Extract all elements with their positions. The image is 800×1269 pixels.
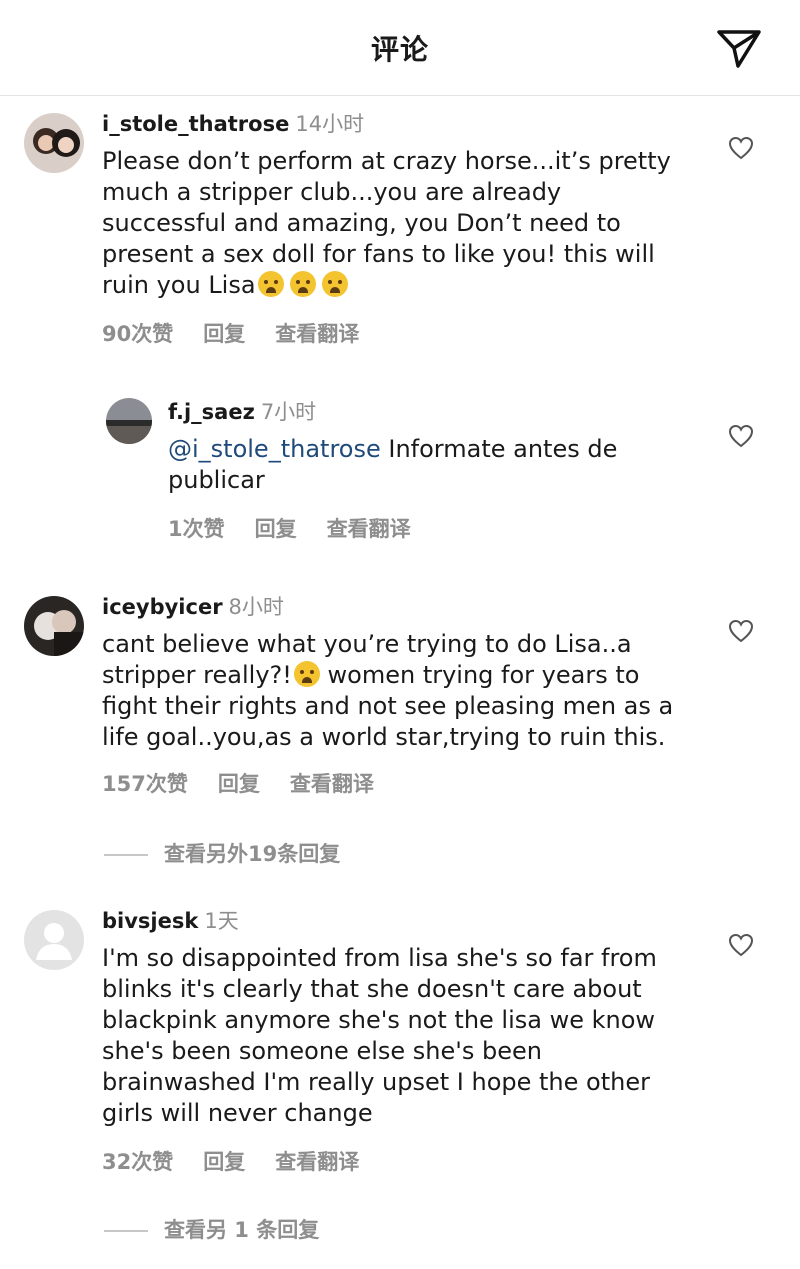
translate-button[interactable]: 查看翻译 bbox=[290, 772, 374, 796]
view-more-replies[interactable]: 查看另 1 条回复 bbox=[104, 1214, 319, 1244]
crying-emoji bbox=[257, 271, 284, 297]
likes-count[interactable]: 157次赞 bbox=[102, 772, 188, 796]
reply-button[interactable]: 回复 bbox=[255, 517, 297, 541]
divider-line bbox=[104, 854, 148, 856]
heart-icon[interactable] bbox=[728, 424, 754, 448]
crying-emoji bbox=[321, 271, 348, 297]
translate-button[interactable]: 查看翻译 bbox=[327, 517, 411, 541]
comment-text: I'm so disappointed from lisa she's so f… bbox=[102, 944, 657, 1127]
avatar[interactable] bbox=[24, 910, 84, 970]
comment-time: 14小时 bbox=[295, 112, 365, 136]
header-bar: 评论 bbox=[0, 0, 800, 96]
divider-line bbox=[104, 1230, 148, 1232]
reply-button[interactable]: 回复 bbox=[218, 772, 260, 796]
comment-actions: 157次赞 回复 查看翻译 bbox=[102, 768, 404, 798]
crying-emoji bbox=[289, 271, 316, 297]
avatar[interactable] bbox=[106, 398, 152, 444]
crying-emoji bbox=[293, 661, 320, 687]
translate-button[interactable]: 查看翻译 bbox=[275, 1150, 359, 1174]
comment-text: cant believe what you’re trying to do Li… bbox=[102, 630, 674, 751]
comment-username[interactable]: bivsjesk bbox=[102, 909, 198, 933]
comment-text: Please don’t perform at crazy horse...it… bbox=[102, 147, 671, 299]
comment-actions: 32次赞 回复 查看翻译 bbox=[102, 1146, 389, 1176]
reply-username[interactable]: f.j_saez bbox=[168, 400, 255, 424]
avatar[interactable] bbox=[24, 113, 84, 173]
comment-username[interactable]: i_stole_thatrose bbox=[102, 112, 289, 136]
comment-username[interactable]: iceybyicer bbox=[102, 595, 223, 619]
likes-count[interactable]: 1次赞 bbox=[168, 517, 225, 541]
heart-icon[interactable] bbox=[728, 619, 754, 643]
view-more-replies[interactable]: 查看另外19条回复 bbox=[104, 838, 340, 868]
likes-count[interactable]: 32次赞 bbox=[102, 1150, 173, 1174]
heart-icon[interactable] bbox=[728, 933, 754, 957]
comment-actions: 90次赞 回复 查看翻译 bbox=[102, 318, 389, 348]
avatar[interactable] bbox=[24, 596, 84, 656]
mention-link[interactable]: @i_stole_thatrose bbox=[168, 435, 381, 463]
page-title: 评论 bbox=[370, 33, 429, 66]
comment-time: 1天 bbox=[204, 909, 239, 933]
reply-text: @i_stole_thatrose Informate antes de pub… bbox=[168, 435, 618, 494]
reply-actions: 1次赞 回复 查看翻译 bbox=[168, 513, 441, 543]
comment-time: 8小时 bbox=[228, 595, 284, 619]
translate-button[interactable]: 查看翻译 bbox=[275, 322, 359, 346]
reply-time: 7小时 bbox=[260, 400, 317, 424]
likes-count[interactable]: 90次赞 bbox=[102, 322, 173, 346]
reply-button[interactable]: 回复 bbox=[203, 1150, 245, 1174]
reply-button[interactable]: 回复 bbox=[203, 322, 245, 346]
send-icon[interactable] bbox=[716, 28, 762, 70]
heart-icon[interactable] bbox=[728, 136, 754, 160]
